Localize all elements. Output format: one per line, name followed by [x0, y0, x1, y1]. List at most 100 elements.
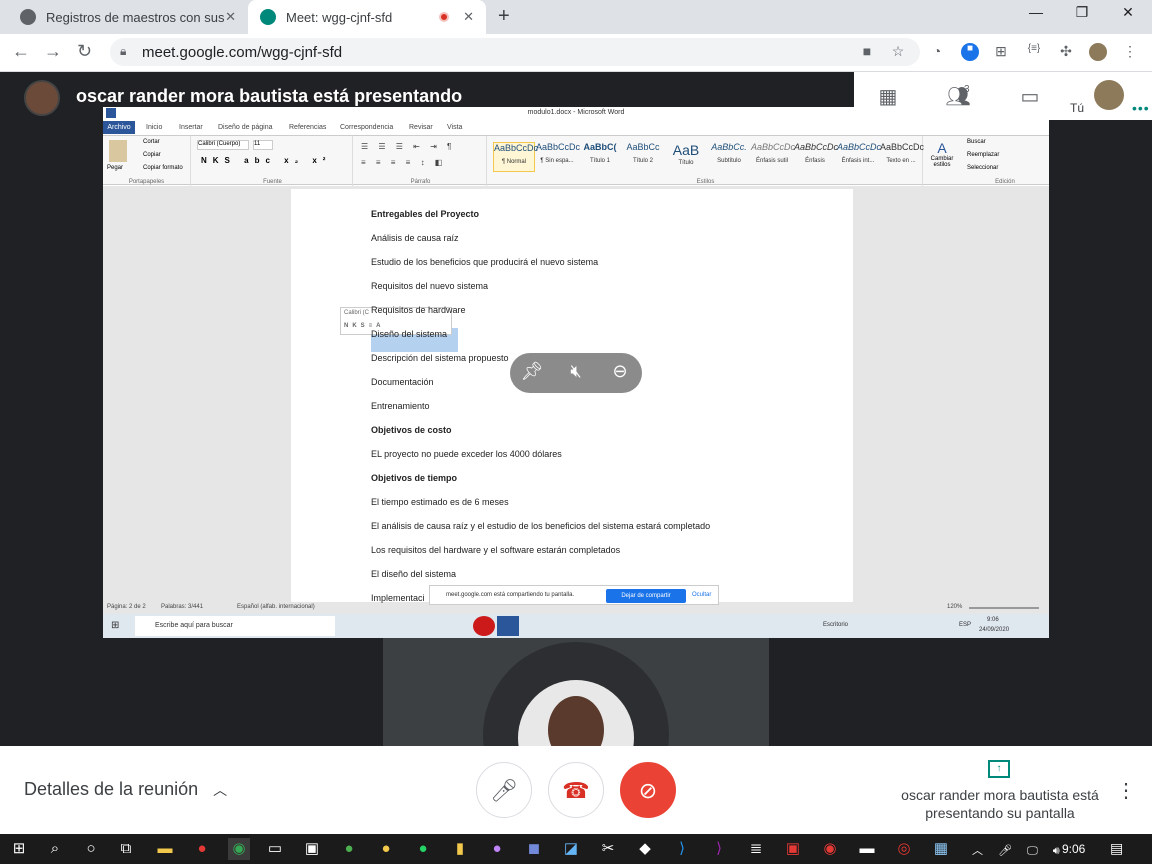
hide-notice-link[interactable]: Ocultar: [692, 592, 711, 598]
style-emphasis[interactable]: AaBbCcDc Énfasis: [794, 142, 838, 172]
minimize-icon[interactable]: —: [1013, 4, 1059, 20]
list-buttons[interactable]: ☰ ☰ ☰ ⇤ ⇥ ¶: [361, 142, 455, 151]
game-icon[interactable]: ◉: [819, 838, 841, 860]
zoom-slider[interactable]: [969, 607, 1039, 609]
align-buttons[interactable]: ≡ ≡ ≡ ≡ ↕ ◧: [361, 158, 446, 167]
inner-search-box[interactable]: Escribe aquí para buscar: [135, 616, 335, 636]
layout-icon[interactable]: ▦: [874, 84, 902, 108]
meeting-details-button[interactable]: Detalles de la reunión ︿: [24, 779, 227, 800]
camera-off-button[interactable]: ⊘: [620, 762, 676, 818]
format-buttons[interactable]: NKS abc x₂ x²: [201, 156, 331, 165]
document-line[interactable]: Documentación: [371, 377, 434, 387]
paste-label[interactable]: Pegar: [107, 165, 123, 171]
style-normal[interactable]: AaBbCcDc ¶ Normal: [493, 142, 538, 172]
ribbon-tab-file[interactable]: Archivo: [103, 121, 135, 134]
close-window-icon[interactable]: ✕: [1105, 4, 1151, 21]
style-heading-2[interactable]: AaBbCc Título 2: [622, 142, 664, 172]
present-screen-icon[interactable]: ↑: [988, 760, 1010, 778]
chat-icon[interactable]: ▭: [1016, 84, 1044, 108]
document-line[interactable]: Objetivos de costo: [371, 425, 452, 435]
file-explorer-icon[interactable]: ▬: [154, 838, 176, 860]
document-line[interactable]: Entregables del Proyecto: [371, 209, 479, 219]
close-tab-icon[interactable]: ✕: [225, 9, 236, 25]
task-view-icon[interactable]: ⧉: [115, 838, 137, 860]
ribbon-tab[interactable]: Diseño de página: [218, 124, 273, 131]
opera-taskbar-icon[interactable]: ●: [191, 838, 213, 860]
style-subtle-emphasis[interactable]: AaBbCcDc Énfasis sutil: [751, 142, 795, 172]
cortana-icon[interactable]: ○: [80, 838, 102, 860]
document-line[interactable]: Requisitos de hardware: [371, 305, 466, 315]
document-line[interactable]: El diseño del sistema: [371, 569, 456, 579]
change-styles-button[interactable]: A Cambiar estilos: [927, 140, 957, 168]
app-icon[interactable]: ▭: [264, 838, 286, 860]
restore-icon[interactable]: ❐: [1059, 4, 1105, 21]
font-size-select[interactable]: 11: [253, 140, 273, 150]
reload-icon[interactable]: ↻: [77, 41, 92, 62]
back-icon[interactable]: ←: [12, 41, 30, 62]
pin-icon[interactable]: 📌︎: [520, 361, 544, 385]
forward-icon[interactable]: →: [44, 41, 62, 62]
mute-icon[interactable]: 🔇︎: [564, 361, 588, 385]
more-options-icon[interactable]: ⋮: [1116, 778, 1136, 803]
taskbar-clock[interactable]: 9:06: [1062, 842, 1085, 856]
browser-tab-meet[interactable]: Meet: wgg-cjnf-sfd ✕: [248, 0, 486, 34]
app-dark-icon[interactable]: ▬: [856, 838, 878, 860]
document-line[interactable]: Análisis de causa raíz: [371, 233, 459, 243]
extension-icon[interactable]: ■: [961, 43, 979, 61]
self-avatar[interactable]: [1094, 80, 1124, 110]
store-icon[interactable]: ▣: [301, 838, 323, 860]
search-icon[interactable]: ⌕: [44, 838, 66, 860]
whatsapp-icon[interactable]: ●: [412, 838, 434, 860]
notification-icon[interactable]: ▤: [1110, 840, 1123, 857]
opera-icon[interactable]: [473, 616, 495, 636]
ribbon-tab[interactable]: Revisar: [409, 124, 433, 131]
copy-button[interactable]: Copiar: [143, 152, 161, 158]
document-line[interactable]: Los requisitos del hardware y el softwar…: [371, 545, 620, 555]
grid-extension-icon[interactable]: ⊞: [992, 43, 1010, 61]
ribbon-tab[interactable]: Referencias: [289, 124, 326, 131]
url-text[interactable]: meet.google.com/wgg-cjnf-sfd: [142, 44, 342, 61]
json-extension-icon[interactable]: {≡}: [1025, 43, 1043, 61]
start-icon[interactable]: ⊞: [8, 838, 30, 860]
close-tab-icon[interactable]: ✕: [463, 9, 474, 25]
app-record-icon[interactable]: ◎: [893, 838, 915, 860]
ribbon-tab[interactable]: Insertar: [179, 124, 203, 131]
app-yellow-icon[interactable]: ●: [375, 838, 397, 860]
star-icon[interactable]: ☆: [889, 43, 907, 61]
replace-button[interactable]: Reemplazar: [967, 152, 999, 158]
select-button[interactable]: Seleccionar: [967, 165, 998, 171]
app-folder-icon[interactable]: ▮: [449, 838, 471, 860]
document-line[interactable]: Diseño del sistema: [371, 329, 447, 339]
remove-icon[interactable]: ⊖: [608, 361, 632, 385]
profile-avatar[interactable]: [1089, 43, 1107, 61]
puzzle-icon[interactable]: ✣: [1057, 43, 1075, 61]
microphone-button[interactable]: 🎤︎: [476, 762, 532, 818]
menu-icon[interactable]: ⋮: [1121, 43, 1139, 61]
app-bird-icon[interactable]: ◆: [634, 838, 656, 860]
document-line[interactable]: EL proyecto no puede exceder los 4000 dó…: [371, 449, 562, 459]
document-line[interactable]: Objetivos de tiempo: [371, 473, 457, 483]
ribbon-tab[interactable]: Inicio: [146, 124, 162, 131]
system-tray[interactable]: ︿ 🎤︎ 🖵︎ 🔊︎: [972, 842, 1066, 858]
new-tab-button[interactable]: +: [498, 5, 510, 28]
document-line[interactable]: Estudio de los beneficios que producirá …: [371, 257, 598, 267]
camera-icon[interactable]: ■: [858, 43, 876, 61]
font-name-select[interactable]: Calibri (Cuerpo): [197, 140, 249, 150]
end-call-button[interactable]: ☎︎: [548, 762, 604, 818]
document-line[interactable]: Entrenamiento: [371, 401, 430, 411]
style-heading-1[interactable]: AaBbC(Título 1: [579, 142, 621, 172]
vscode-icon[interactable]: ⟩: [671, 838, 693, 860]
app-photo-icon[interactable]: ▦: [930, 838, 952, 860]
style-text[interactable]: AaBbCcDc Texto en ...: [880, 142, 924, 172]
format-painter-button[interactable]: Copiar formato: [143, 165, 183, 171]
document-line[interactable]: El tiempo estimado es de 6 meses: [371, 497, 509, 507]
chrome-taskbar-icon[interactable]: ◉: [228, 838, 250, 860]
visual-studio-icon[interactable]: ⟩: [708, 838, 730, 860]
word-taskbar-icon[interactable]: [497, 616, 519, 636]
ribbon-tab[interactable]: Vista: [447, 124, 462, 131]
stop-sharing-button[interactable]: Dejar de compartir: [606, 589, 686, 603]
style-no-spacing[interactable]: AaBbCcDc ¶ Sin espa...: [536, 142, 580, 172]
app-green-icon[interactable]: ●: [338, 838, 360, 860]
document-page[interactable]: [291, 189, 853, 602]
windows-start-icon[interactable]: ⊞: [111, 620, 119, 631]
